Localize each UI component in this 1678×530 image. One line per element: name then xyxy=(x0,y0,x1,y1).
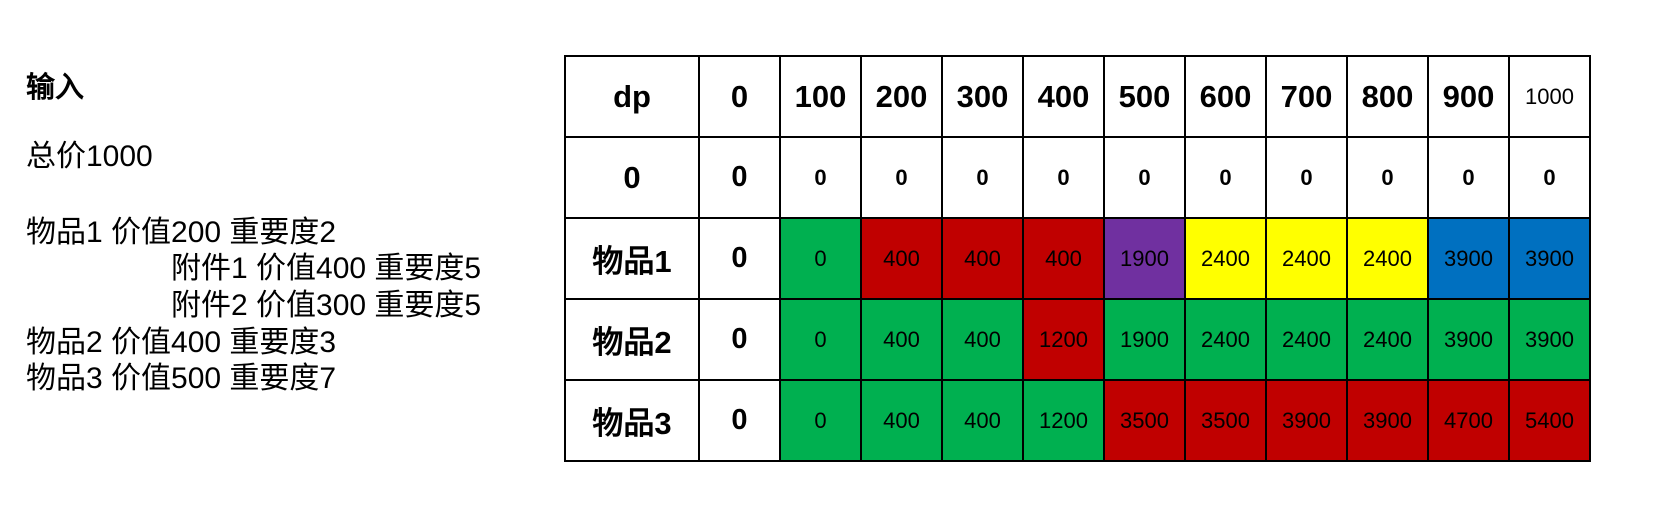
dp-cell: 1900 xyxy=(1103,217,1186,300)
row-header: 0 xyxy=(564,136,700,219)
dp-cell: 0 xyxy=(779,217,862,300)
dp-cell: 3900 xyxy=(1508,217,1591,300)
dp-cell: 0 xyxy=(1346,136,1429,219)
column-header: 800 xyxy=(1346,55,1429,138)
dp-cell: 400 xyxy=(860,298,943,381)
total-price-line: 总价1000 xyxy=(26,140,153,173)
row-header: 物品3 xyxy=(564,379,700,462)
column-header: 400 xyxy=(1022,55,1105,138)
zero-capacity-cell: 0 xyxy=(698,298,781,381)
dp-cell: 3900 xyxy=(1346,379,1429,462)
item-line: 物品2 价值400 重要度3 xyxy=(26,326,337,359)
dp-cell: 400 xyxy=(860,379,943,462)
dp-cell: 3900 xyxy=(1508,298,1591,381)
dp-cell: 4700 xyxy=(1427,379,1510,462)
dp-cell: 3500 xyxy=(1103,379,1186,462)
table-row: 物品1 0 0 400 400 400 1900 2400 2400 2400 3900 3900 xyxy=(564,217,1591,300)
dp-cell: 0 xyxy=(1427,136,1510,219)
dp-cell: 0 xyxy=(779,298,862,381)
column-header: 500 xyxy=(1103,55,1186,138)
dp-cell: 0 xyxy=(779,379,862,462)
dp-cell: 2400 xyxy=(1184,217,1267,300)
dp-cell: 1200 xyxy=(1022,298,1105,381)
dp-cell: 3900 xyxy=(1427,298,1510,381)
item-line: 物品3 价值500 重要度7 xyxy=(26,362,337,395)
dp-cell: 3500 xyxy=(1184,379,1267,462)
zero-capacity-cell: 0 xyxy=(698,136,781,219)
item-line: 物品1 价值200 重要度2 xyxy=(26,216,337,249)
dp-cell: 0 xyxy=(1022,136,1105,219)
dp-cell: 1200 xyxy=(1022,379,1105,462)
dp-cell: 2400 xyxy=(1184,298,1267,381)
zero-capacity-cell: 0 xyxy=(698,217,781,300)
dp-cell: 0 xyxy=(860,136,943,219)
dp-cell: 400 xyxy=(1022,217,1105,300)
dp-cell: 5400 xyxy=(1508,379,1591,462)
row-header: 物品1 xyxy=(564,217,700,300)
dp-cell: 400 xyxy=(941,298,1024,381)
dp-cell: 400 xyxy=(941,217,1024,300)
column-header: 900 xyxy=(1427,55,1510,138)
dp-cell: 2400 xyxy=(1265,217,1348,300)
dp-cell: 400 xyxy=(941,379,1024,462)
dp-cell: 0 xyxy=(1265,136,1348,219)
accessory-line: 附件1 价值400 重要度5 xyxy=(171,252,482,285)
dp-cell: 0 xyxy=(1508,136,1591,219)
accessory-line: 附件2 价值300 重要度5 xyxy=(171,289,482,322)
dp-cell: 0 xyxy=(1184,136,1267,219)
dp-cell: 1900 xyxy=(1103,298,1186,381)
dp-cell: 3900 xyxy=(1427,217,1510,300)
dp-cell: 2400 xyxy=(1346,217,1429,300)
table-row: 物品3 0 0 400 400 1200 3500 3500 3900 3900 4700 5400 xyxy=(564,379,1591,462)
dp-cell: 2400 xyxy=(1346,298,1429,381)
column-header: 300 xyxy=(941,55,1024,138)
dp-cell: 2400 xyxy=(1265,298,1348,381)
dp-cell: 0 xyxy=(1103,136,1186,219)
column-header: 0 xyxy=(698,55,781,138)
column-header: 100 xyxy=(779,55,862,138)
zero-capacity-cell: 0 xyxy=(698,379,781,462)
table-header-row: dp 0 100 200 300 400 500 600 700 800 900 1000 xyxy=(564,55,1591,138)
dp-cell: 400 xyxy=(860,217,943,300)
column-header: 1000 xyxy=(1508,55,1591,138)
input-heading: 输入 xyxy=(26,72,85,104)
row-header: 物品2 xyxy=(564,298,700,381)
dp-cell: 3900 xyxy=(1265,379,1348,462)
column-header: 200 xyxy=(860,55,943,138)
dp-cell: 0 xyxy=(779,136,862,219)
table-row: 物品2 0 0 400 400 1200 1900 2400 2400 2400 3900 3900 xyxy=(564,298,1591,381)
dp-table: dp 0 100 200 300 400 500 600 700 800 900 1000 0 0 0 0 0 0… xyxy=(564,55,1591,462)
column-header: 600 xyxy=(1184,55,1267,138)
column-header: 700 xyxy=(1265,55,1348,138)
dp-cell: 0 xyxy=(941,136,1024,219)
table-row: 000000000000 xyxy=(564,136,1591,219)
table-corner-cell: dp xyxy=(564,55,700,138)
